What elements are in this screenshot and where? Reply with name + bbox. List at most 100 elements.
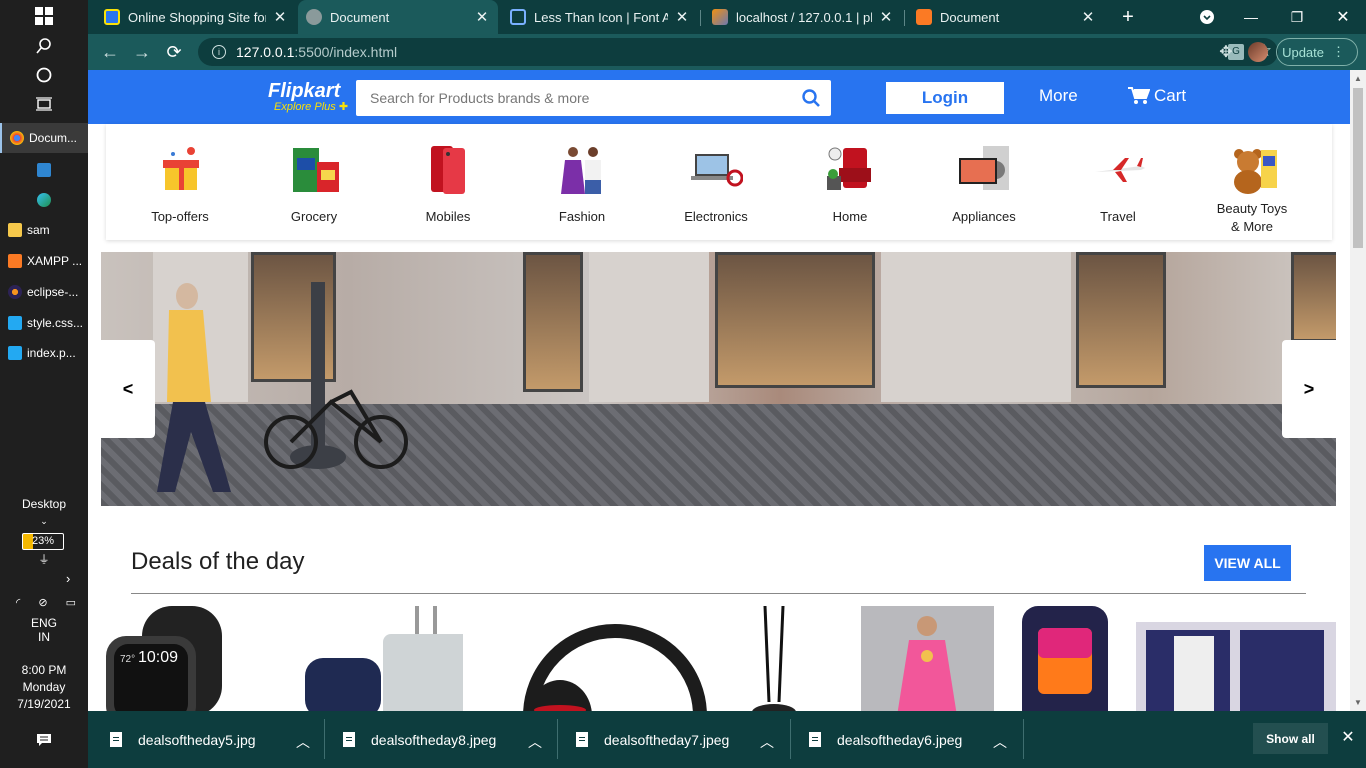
category-fashion[interactable]: Fashion xyxy=(515,124,649,240)
taskbar-app-chrome[interactable]: Docum... xyxy=(0,123,88,153)
clock-day: Monday xyxy=(22,680,66,694)
view-all-button[interactable]: VIEW ALL xyxy=(1204,545,1291,581)
search-icon[interactable] xyxy=(791,80,831,116)
category-label: Fashion xyxy=(558,209,606,224)
window-close-icon[interactable]: ✕ xyxy=(1320,0,1366,34)
windows-start-icon[interactable] xyxy=(32,4,56,28)
close-icon[interactable]: ✕ xyxy=(1080,8,1096,26)
battery-icon[interactable]: 23% xyxy=(22,533,64,550)
taskbar-app-vscode-style[interactable]: style.css... xyxy=(0,308,88,338)
taskbar-app-edge[interactable] xyxy=(0,185,88,215)
watch-time: 10:09 xyxy=(138,649,178,666)
forward-arrow-icon[interactable]: → xyxy=(130,40,154,64)
chevron-up-icon[interactable]: ︿ xyxy=(528,732,542,752)
tab-phpmyadmin[interactable]: localhost / 127.0.0.1 | php ✕ xyxy=(704,0,902,34)
category-mobiles[interactable]: Mobiles xyxy=(381,124,515,240)
tab-document-active[interactable]: Document ✕ xyxy=(298,0,498,34)
url-host: 127.0.0.1 xyxy=(236,44,295,60)
taskbar-app-vscode-index[interactable]: index.p... xyxy=(0,338,88,368)
cart-link[interactable]: Cart xyxy=(1128,86,1186,106)
task-view-icon[interactable] xyxy=(32,92,56,116)
download-item[interactable]: dealsoftheday7.jpeg xyxy=(576,711,729,768)
wifi-icon[interactable]: ◜ xyxy=(16,596,20,609)
deal-item-shoe-rack[interactable] xyxy=(1136,622,1336,711)
chevron-down-icon[interactable]: ⌄ xyxy=(0,516,88,527)
close-icon[interactable]: ✕ xyxy=(474,8,490,26)
chevron-up-icon[interactable]: ︿ xyxy=(760,732,774,752)
windows-taskbar: Docum... sam XAMPP ... eclipse-... style… xyxy=(0,0,88,768)
category-appliances[interactable]: Appliances xyxy=(917,124,1051,240)
category-travel[interactable]: Travel xyxy=(1051,124,1185,240)
category-grocery[interactable]: Grocery xyxy=(247,124,381,240)
flipkart-logo[interactable]: Flipkart Explore Plus ✚ xyxy=(268,81,348,113)
grocery-icon xyxy=(289,144,341,196)
login-button[interactable]: Login xyxy=(886,82,1004,114)
download-item[interactable]: dealsoftheday8.jpeg xyxy=(343,711,496,768)
download-item[interactable]: dealsoftheday6.jpeg xyxy=(809,711,962,768)
tab-font-awesome[interactable]: Less Than Icon | Font Awe ✕ xyxy=(502,0,698,34)
category-beauty-toys[interactable]: Beauty Toys & More xyxy=(1185,124,1319,240)
deal-item-smartwatch[interactable]: 72° 10:09 xyxy=(102,606,262,711)
back-arrow-icon[interactable]: ← xyxy=(98,40,122,64)
download-item[interactable]: dealsoftheday5.jpg xyxy=(110,711,256,768)
tab-flipkart[interactable]: Online Shopping Site for M ✕ xyxy=(96,0,296,34)
taskbar-app-xampp[interactable]: XAMPP ... xyxy=(0,246,88,276)
close-icon[interactable]: ✕ xyxy=(272,8,288,26)
clock-date: 7/19/2021 xyxy=(17,697,71,711)
slider-prev-button[interactable]: < xyxy=(101,340,155,438)
tab-title: Less Than Icon | Font Awe xyxy=(534,9,668,25)
scrollbar-thumb[interactable] xyxy=(1353,88,1363,248)
scroll-down-icon[interactable]: ▼ xyxy=(1350,698,1366,707)
new-tab-button[interactable]: + xyxy=(1106,0,1150,34)
page-scrollbar[interactable]: ▲ ▼ xyxy=(1350,70,1366,711)
language-indicator[interactable]: ENG IN xyxy=(0,616,88,644)
search-icon[interactable] xyxy=(32,34,56,58)
deal-item-headphones[interactable] xyxy=(520,606,710,711)
slider-next-button[interactable]: > xyxy=(1282,340,1336,438)
tab-document-xampp[interactable]: Document ✕ xyxy=(908,0,1104,34)
deal-item-dress[interactable] xyxy=(861,606,994,711)
tab-search-icon[interactable] xyxy=(1184,0,1230,34)
notification-icon[interactable] xyxy=(32,728,56,752)
category-top-offers[interactable]: Top-offers xyxy=(113,124,247,240)
reload-icon[interactable]: ⟳ xyxy=(162,40,186,64)
deal-item-necklace[interactable] xyxy=(743,606,803,711)
profile-avatar[interactable] xyxy=(1248,42,1268,62)
shoe-rack-image xyxy=(1146,630,1324,711)
banner-pillar xyxy=(589,252,709,402)
cart-label: Cart xyxy=(1154,86,1187,105)
more-menu[interactable]: More xyxy=(1039,86,1078,106)
chevron-right-icon[interactable]: › xyxy=(66,571,70,586)
vscode-icon xyxy=(8,346,22,360)
scroll-up-icon[interactable]: ▲ xyxy=(1350,74,1366,83)
minimize-icon[interactable]: — xyxy=(1228,0,1274,34)
desktop-label[interactable]: Desktop xyxy=(0,497,88,511)
clock[interactable]: 8:00 PM Monday 7/19/2021 xyxy=(0,662,88,713)
power-icon[interactable]: ▭ xyxy=(66,596,76,609)
tab-title: Online Shopping Site for M xyxy=(128,9,266,25)
info-icon[interactable]: i xyxy=(212,45,226,59)
taskbar-app-mail[interactable] xyxy=(0,155,88,185)
close-icon[interactable]: ✕ xyxy=(1338,727,1358,747)
fashion-models-icon xyxy=(557,144,609,196)
close-icon[interactable]: ✕ xyxy=(674,8,690,26)
cortana-icon[interactable] xyxy=(32,63,56,87)
update-button[interactable]: Update ⋮ xyxy=(1276,38,1358,66)
address-bar[interactable]: i 127.0.0.1:5500/index.html G ☆ xyxy=(198,38,1278,66)
close-icon[interactable]: ✕ xyxy=(878,8,894,26)
show-all-button[interactable]: Show all xyxy=(1253,723,1328,754)
deal-item-feature-phone[interactable] xyxy=(1022,606,1112,711)
category-home[interactable]: Home xyxy=(783,124,917,240)
taskbar-app-sam[interactable]: sam xyxy=(0,215,88,245)
taskbar-app-eclipse[interactable]: eclipse-... xyxy=(0,277,88,307)
extensions-icon[interactable]: ✥ xyxy=(1214,40,1238,64)
search-input[interactable] xyxy=(356,80,791,116)
category-electronics[interactable]: Electronics xyxy=(649,124,783,240)
deal-item-luggage[interactable] xyxy=(303,606,463,711)
category-label: Home xyxy=(832,209,868,224)
chevron-up-icon[interactable]: ︿ xyxy=(993,732,1007,752)
chevron-up-icon[interactable]: ︿ xyxy=(296,732,310,752)
taskbar-app-label: style.css... xyxy=(27,316,84,330)
network-off-icon[interactable]: ⊘ xyxy=(38,596,47,609)
restore-icon[interactable]: ❐ xyxy=(1274,0,1320,34)
